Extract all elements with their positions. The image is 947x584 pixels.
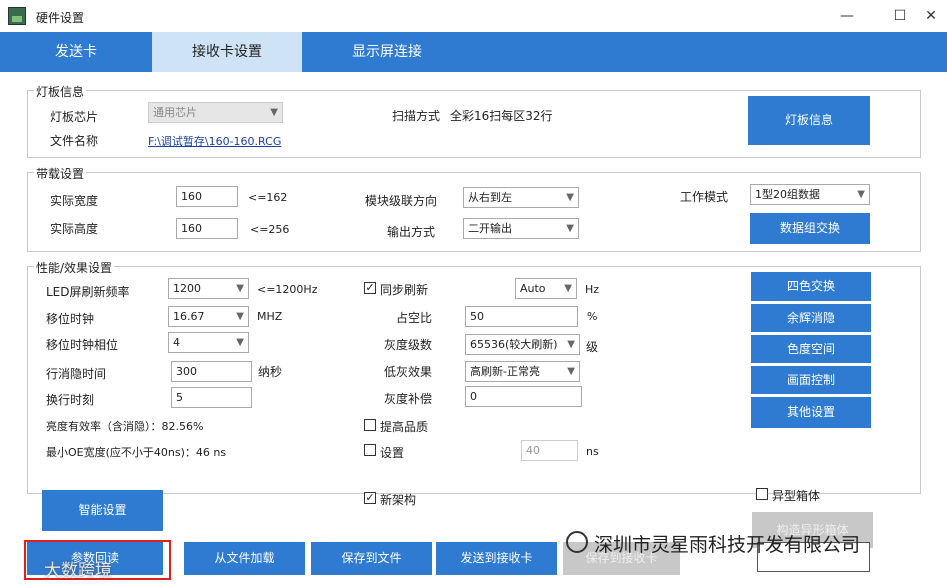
phase-label: 移位时钟相位: [46, 338, 119, 352]
file-label: 文件名称: [50, 134, 99, 148]
save-to-file-button[interactable]: 保存到文件: [311, 542, 432, 575]
other-settings-button[interactable]: 其他设置: [751, 397, 871, 428]
mode-label: 工作模式: [680, 190, 729, 204]
chip-select[interactable]: 通用芯片 ▼: [148, 102, 283, 123]
lowgray-label: 低灰效果: [384, 365, 433, 379]
output-select[interactable]: 二开输出 ▼: [463, 218, 579, 239]
refresh-hint: <=1200Hz: [257, 283, 318, 296]
gray-unit: 级: [586, 340, 599, 354]
data-group-swap-button[interactable]: 数据组交换: [750, 213, 870, 244]
duty-unit: %: [587, 310, 598, 323]
shift-clock-label: 移位时钟: [46, 312, 95, 326]
shift-clock-select[interactable]: 16.67 ▼: [168, 306, 249, 327]
min-oe-text: 最小OE宽度(应不小于40ns)：46 ns: [46, 446, 227, 459]
refresh-label: LED屏刷新频率: [46, 285, 130, 299]
picture-control-button[interactable]: 画面控制: [751, 366, 871, 394]
cascade-label: 模块级联方向: [365, 194, 438, 208]
send-to-card-button[interactable]: 发送到接收卡: [436, 542, 557, 575]
graycomp-input[interactable]: 0: [465, 386, 582, 407]
width-input[interactable]: 160: [176, 186, 238, 207]
company-watermark: 深圳市灵星雨科技开发有限公司: [594, 534, 861, 556]
setting-label: 设置: [380, 446, 405, 460]
sync-select[interactable]: Auto ▼: [515, 278, 577, 299]
sync-label: 同步刷新: [380, 283, 429, 297]
tab-send-card[interactable]: 发送卡: [0, 32, 152, 72]
blank-unit: 纳秒: [258, 365, 283, 379]
app-icon: [8, 7, 26, 25]
group-legend: 性能/效果设置: [34, 259, 115, 276]
chevron-down-icon: ▼: [567, 366, 575, 377]
shift-clock-unit: MHZ: [257, 310, 283, 323]
line-change-label: 换行时刻: [46, 393, 95, 407]
width-label: 实际宽度: [50, 194, 99, 208]
odd-box-checkbox[interactable]: [756, 488, 768, 500]
afterglow-button[interactable]: 余辉消隐: [751, 304, 871, 332]
quality-label: 提高品质: [380, 420, 429, 434]
window-title: 硬件设置: [36, 11, 85, 25]
duty-input[interactable]: 50: [465, 306, 578, 327]
efficiency-text: 亮度有效率（含消隐）：82.56%: [46, 420, 204, 433]
tab-receive-card[interactable]: 接收卡设置: [152, 32, 302, 72]
chevron-down-icon: ▼: [270, 107, 278, 118]
quality-checkbox[interactable]: [364, 419, 376, 431]
file-link[interactable]: F:\调试暂存\160-160.RCG: [148, 133, 281, 149]
duty-label: 占空比: [396, 311, 433, 325]
chevron-down-icon: ▼: [564, 283, 572, 294]
scan-value: 全彩16扫每区32行: [450, 109, 553, 123]
lowgray-select[interactable]: 高刷新-正常亮 ▼: [465, 361, 580, 382]
chip-label: 灯板芯片: [50, 110, 99, 124]
load-from-file-button[interactable]: 从文件加载: [184, 542, 305, 575]
chevron-down-icon: ▼: [236, 311, 244, 322]
refresh-select[interactable]: 1200 ▼: [168, 278, 249, 299]
gray-select[interactable]: 65536(较大刷新) ▼: [465, 334, 580, 355]
height-input[interactable]: 160: [176, 218, 238, 239]
color-space-button[interactable]: 色度空间: [751, 335, 871, 363]
chevron-down-icon: ▼: [566, 223, 574, 234]
sync-checkbox[interactable]: ✓: [364, 282, 376, 294]
blank-input[interactable]: 300: [171, 361, 252, 382]
odd-box-label: 异型箱体: [772, 489, 821, 503]
smart-settings-button[interactable]: 智能设置: [42, 490, 163, 531]
sync-unit: Hz: [585, 283, 600, 296]
blank-label: 行消隐时间: [46, 367, 107, 381]
new-arch-checkbox[interactable]: ✓: [364, 492, 376, 504]
tab-screen-connect[interactable]: 显示屏连接: [302, 32, 472, 72]
wechat-icon: [566, 531, 588, 553]
phase-select[interactable]: 4 ▼: [168, 332, 249, 353]
graycomp-label: 灰度补偿: [384, 392, 433, 406]
new-arch-label: 新架构: [380, 493, 417, 507]
width-hint: <=162: [248, 191, 288, 204]
title-bar: 硬件设置 — ☐ ✕: [0, 0, 947, 32]
gray-label: 灰度级数: [384, 338, 433, 352]
line-change-input[interactable]: 5: [171, 387, 252, 408]
maximize-button[interactable]: ☐: [885, 4, 915, 28]
four-color-swap-button[interactable]: 四色交换: [751, 272, 871, 301]
output-label: 输出方式: [387, 225, 436, 239]
group-legend: 灯板信息: [34, 83, 87, 100]
setting-input[interactable]: 40: [521, 440, 578, 461]
setting-unit: ns: [586, 445, 599, 458]
brand-watermark: 大数跨境: [44, 561, 112, 581]
height-hint: <=256: [250, 223, 290, 236]
close-button[interactable]: ✕: [916, 4, 946, 28]
group-legend: 带载设置: [34, 165, 87, 182]
height-label: 实际高度: [50, 222, 99, 236]
settings-content: 灯板信息 灯板芯片 通用芯片 ▼ 文件名称 F:\调试暂存\160-160.RCG…: [0, 72, 947, 584]
minimize-button[interactable]: —: [832, 4, 862, 28]
scan-label: 扫描方式: [392, 109, 441, 123]
tab-bar: 发送卡 接收卡设置 显示屏连接: [0, 32, 947, 72]
mode-select[interactable]: 1型20组数据 ▼: [750, 184, 870, 205]
panel-info-button[interactable]: 灯板信息: [748, 96, 870, 145]
chevron-down-icon: ▼: [236, 337, 244, 348]
chevron-down-icon: ▼: [236, 283, 244, 294]
setting-checkbox[interactable]: [364, 444, 376, 456]
chevron-down-icon: ▼: [567, 339, 575, 350]
chevron-down-icon: ▼: [566, 192, 574, 203]
chevron-down-icon: ▼: [857, 189, 865, 200]
cascade-select[interactable]: 从右到左 ▼: [463, 187, 579, 208]
